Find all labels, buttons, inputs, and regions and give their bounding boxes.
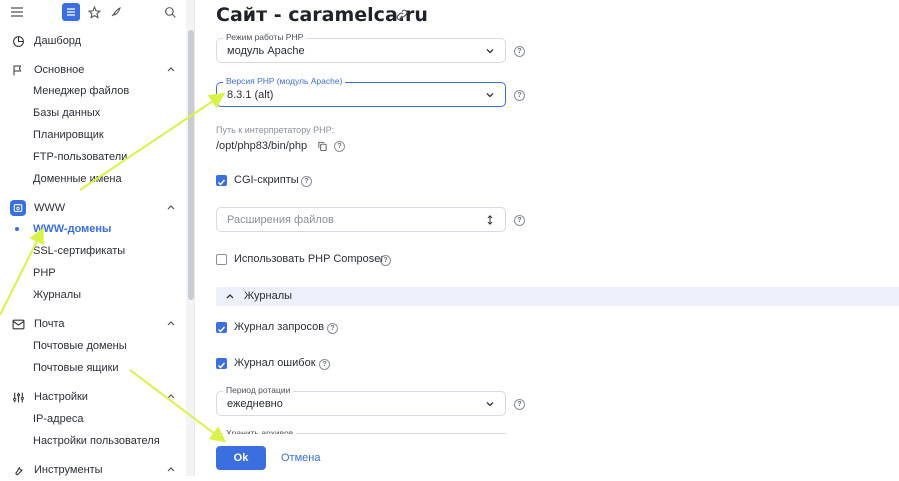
composer-label: Использовать PHP Composer: [234, 253, 385, 265]
sidebar-item-label: Дашборд: [34, 35, 82, 47]
menu-icon[interactable]: [8, 3, 26, 21]
cgi-checkbox[interactable]: [216, 175, 227, 186]
interpreter-path: /opt/php83/bin/php: [216, 140, 308, 152]
sidebar-item-file-manager[interactable]: Менеджер файлов: [33, 82, 129, 100]
copy-icon[interactable]: [317, 140, 328, 152]
list-icon[interactable]: [62, 3, 80, 21]
file-extensions-placeholder: Расширения файлов: [227, 213, 334, 226]
sidebar-item-mail-domains[interactable]: Почтовые домены: [33, 337, 127, 355]
access-log-checkbox[interactable]: [216, 322, 227, 333]
help-icon[interactable]: ?: [327, 323, 338, 334]
star-icon[interactable]: [85, 3, 103, 21]
help-icon[interactable]: ?: [319, 359, 330, 370]
php-version-value: 8.3.1 (alt): [227, 88, 274, 101]
ok-button[interactable]: Ok: [216, 446, 266, 470]
help-icon[interactable]: ?: [334, 141, 345, 152]
sidebar-item-ssl[interactable]: SSL-сертификаты: [33, 242, 125, 260]
check-icon: [217, 179, 226, 186]
dashboard-icon: [10, 33, 26, 49]
help-icon[interactable]: ?: [301, 176, 312, 187]
sliders-icon: [10, 389, 26, 405]
sidebar-item-domain-names[interactable]: Доменные имена: [33, 170, 122, 188]
archives-field[interactable]: [216, 433, 506, 440]
check-icon: [217, 362, 226, 369]
help-icon[interactable]: ?: [514, 46, 525, 57]
flag-icon: [10, 62, 26, 78]
logs-section-label: Журналы: [244, 290, 293, 302]
sidebar-section-mail[interactable]: Почта: [0, 313, 190, 335]
section-label: Инструменты: [34, 464, 103, 476]
error-log-label: Журнал ошибок: [234, 357, 316, 369]
sidebar-item-ftp-users[interactable]: FTP-пользователи: [33, 148, 127, 166]
php-mode-label: Режим работы PHP: [223, 32, 307, 42]
sidebar-section-main[interactable]: Основное: [0, 59, 190, 81]
sidebar-item-logs[interactable]: Журналы: [33, 286, 81, 304]
sidebar-item-databases[interactable]: Базы данных: [33, 104, 100, 122]
section-label: Почта: [34, 318, 65, 330]
sidebar-section-settings[interactable]: Настройки: [0, 386, 190, 408]
php-mode-value: модуль Apache: [227, 44, 305, 57]
chevron-down-icon: [486, 48, 494, 53]
access-log-label: Журнал запросов: [234, 321, 325, 333]
sidebar-item-scheduler[interactable]: Планировщик: [33, 126, 104, 144]
chevron-up-icon: [167, 394, 175, 399]
cgi-label: CGI-скрипты: [234, 174, 299, 186]
chevron-up-icon: [167, 321, 175, 326]
sidebar-section-www[interactable]: WWW: [0, 197, 190, 219]
sidebar-item-user-settings[interactable]: Настройки пользователя: [33, 432, 160, 450]
chevron-up-icon: [167, 67, 175, 72]
site-settings-panel: Сайт - caramelca.ru модуль Apache Режим …: [194, 0, 899, 476]
www-icon: [10, 200, 26, 216]
section-label: WWW: [34, 202, 66, 214]
sidebar-item-ip-addresses[interactable]: IP-адреса: [33, 410, 83, 428]
link-icon[interactable]: [395, 8, 409, 22]
rotation-period-label: Период ротации: [223, 385, 294, 395]
archives-label: Хранить архивов: [223, 428, 297, 434]
chevron-up-icon: [167, 205, 175, 210]
interpreter-label: Путь к интерпретатору PHP:: [216, 125, 335, 135]
help-icon[interactable]: ?: [380, 255, 391, 266]
rotation-period-value: ежедневно: [227, 397, 283, 410]
chevron-down-icon: [486, 401, 494, 406]
sidebar-item-php[interactable]: PHP: [33, 264, 56, 282]
sidebar-item-mailboxes[interactable]: Почтовые ящики: [33, 359, 119, 377]
feather-icon[interactable]: [107, 3, 125, 21]
sidebar-topbar: [0, 0, 194, 24]
error-log-checkbox[interactable]: [216, 358, 227, 369]
chevron-up-icon: [226, 294, 234, 299]
sidebar-item-www-domains[interactable]: WWW-домены: [33, 220, 111, 238]
sidebar: Дашборд Основное Менеджер файлов Базы да…: [0, 0, 195, 476]
chevron-up-icon: [167, 467, 175, 472]
sort-icon: [487, 214, 493, 225]
chevron-down-icon: [486, 92, 494, 97]
help-icon[interactable]: ?: [514, 215, 525, 226]
help-icon[interactable]: ?: [514, 399, 525, 410]
cancel-button[interactable]: Отмена: [281, 452, 320, 464]
mail-icon: [10, 316, 26, 332]
search-icon[interactable]: [161, 3, 179, 21]
composer-checkbox[interactable]: [216, 254, 227, 265]
section-label: Основное: [34, 64, 85, 76]
logs-section-header[interactable]: Журналы: [216, 287, 899, 306]
sidebar-item-dashboard[interactable]: Дашборд: [0, 30, 190, 52]
active-indicator: [15, 227, 19, 231]
php-version-label: Версия PHP (модуль Apache): [223, 76, 346, 86]
section-label: Настройки: [34, 391, 88, 403]
file-extensions-input[interactable]: Расширения файлов: [216, 207, 506, 232]
sidebar-section-tools[interactable]: Инструменты: [0, 459, 190, 481]
check-icon: [217, 326, 226, 333]
help-icon[interactable]: ?: [514, 90, 525, 101]
